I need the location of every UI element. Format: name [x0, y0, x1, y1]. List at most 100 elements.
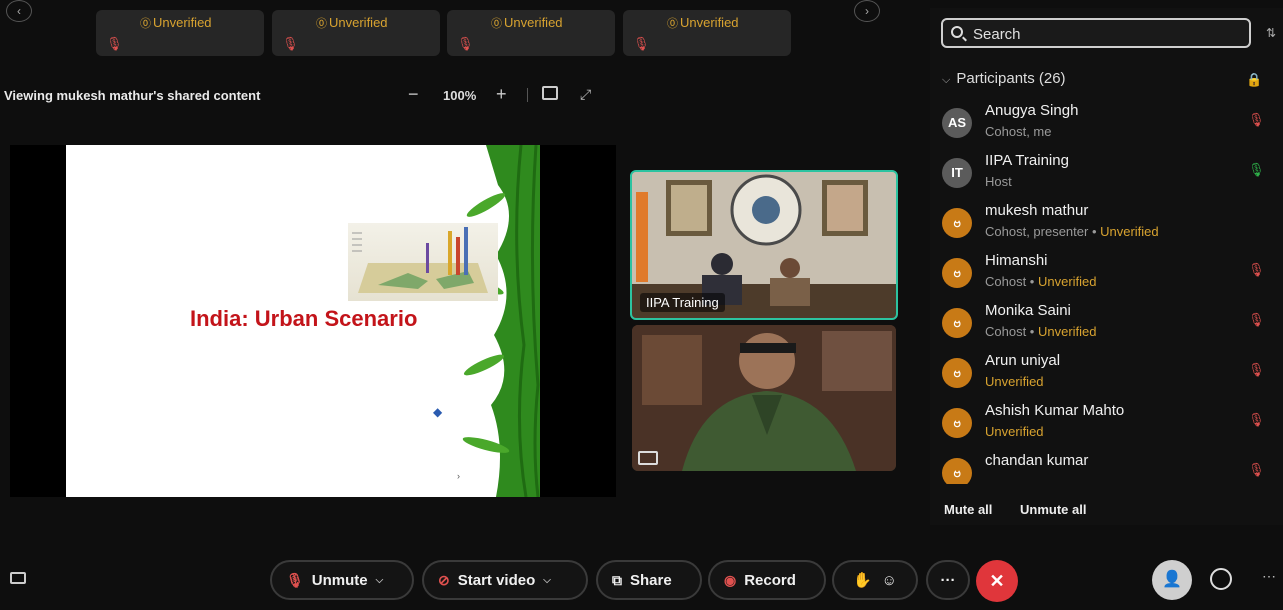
- record-label: Record: [744, 571, 796, 589]
- participant-row[interactable]: chandan kumar 🎙: [930, 450, 1283, 484]
- participant-row[interactable]: Arun uniyal Unverified 🎙: [930, 350, 1283, 400]
- start-video-button[interactable]: ⊘ Start video ⌵: [422, 560, 588, 600]
- captions-icon[interactable]: [10, 572, 26, 584]
- unmute-all-button[interactable]: Unmute all: [1020, 502, 1086, 517]
- participant-name: Himanshi: [985, 252, 1048, 269]
- reactions-group[interactable]: ✋ ☺: [832, 560, 918, 600]
- unverified-tag: Unverified: [1037, 274, 1097, 289]
- lock-icon[interactable]: 🔒: [1246, 72, 1262, 88]
- avatar: [942, 358, 972, 388]
- mic-muted-icon[interactable]: 🎙: [1248, 112, 1265, 128]
- unverified-tag: Unverified: [1100, 224, 1159, 239]
- unverified-label: Unverified: [140, 15, 212, 31]
- video-tile[interactable]: [632, 325, 896, 471]
- more-options-icon: ···: [940, 571, 956, 589]
- participant-name: mukesh mathur: [985, 202, 1089, 219]
- participant-tile[interactable]: Unverified 🎙: [272, 10, 440, 56]
- chat-icon[interactable]: [1210, 568, 1232, 590]
- slide-number: ›: [457, 471, 460, 481]
- mic-muted-icon: 🎙: [457, 36, 474, 51]
- share-screen-icon: ⧉: [612, 571, 622, 588]
- participant-row[interactable]: mukesh mathur Cohost, presenter • Unveri…: [930, 200, 1283, 250]
- participant-role: Cohost, presenter • Unverified: [985, 224, 1159, 239]
- zoom-out-button[interactable]: −: [408, 84, 419, 105]
- avatar: [942, 308, 972, 338]
- avatar: [942, 258, 972, 288]
- participant-tile-strip: ‹ Unverified 🎙 Unverified 🎙 Unverified 🎙…: [0, 0, 930, 70]
- search-box[interactable]: [941, 18, 1251, 48]
- participant-name: IIPA Training: [985, 152, 1069, 169]
- camera-icon: [638, 451, 658, 465]
- zoom-level: 100%: [443, 88, 477, 103]
- video-off-icon: ⊘: [438, 571, 450, 588]
- unverified-tag: Unverified: [1037, 324, 1097, 339]
- strip-prev-arrow-icon[interactable]: ‹: [6, 0, 32, 22]
- search-icon: [951, 26, 963, 38]
- mute-all-button[interactable]: Mute all: [944, 502, 992, 517]
- share-button[interactable]: ⧉ Share: [596, 560, 702, 600]
- chevron-down-icon[interactable]: ⌵: [543, 575, 551, 586]
- mic-muted-icon[interactable]: 🎙: [1248, 262, 1265, 278]
- avatar: [942, 408, 972, 438]
- mic-speaking-icon: 🎙: [633, 36, 650, 51]
- unverified-label: Unverified: [316, 15, 388, 31]
- raise-hand-icon[interactable]: ✋: [853, 571, 872, 589]
- mic-muted-icon: 🎙: [282, 36, 299, 51]
- shared-content-area: India: Urban Scenario ◆ ›: [10, 145, 616, 497]
- avatar: [942, 208, 972, 238]
- participants-toggle-button[interactable]: 👤: [1152, 560, 1192, 600]
- chevron-down-icon[interactable]: ⌵: [376, 575, 384, 586]
- participant-row[interactable]: AS Anugya Singh Cohost, me 🎙: [930, 100, 1283, 150]
- mic-muted-icon[interactable]: 🎙: [1248, 362, 1265, 378]
- slide-title: India: Urban Scenario: [190, 306, 418, 331]
- participants-section-header[interactable]: ⌵ Participants (26): [942, 70, 1066, 87]
- participant-tile[interactable]: Unverified 🎙: [96, 10, 264, 56]
- participant-role: Unverified: [985, 424, 1044, 439]
- participant-row[interactable]: Monika Saini Cohost • Unverified 🎙: [930, 300, 1283, 350]
- end-call-button[interactable]: ✕: [976, 560, 1018, 602]
- chevron-down-icon: ⌵: [942, 74, 951, 86]
- unverified-tag: Unverified: [985, 374, 1044, 389]
- participant-tile[interactable]: Unverified 🎙: [447, 10, 615, 56]
- participant-row[interactable]: Ashish Kumar Mahto Unverified 🎙: [930, 400, 1283, 450]
- search-input[interactable]: [973, 24, 1233, 44]
- participant-name: Anugya Singh: [985, 102, 1079, 119]
- mic-muted-icon: 🎙: [106, 36, 123, 51]
- participant-name: chandan kumar: [985, 452, 1089, 469]
- fullscreen-icon[interactable]: ⤢: [580, 86, 591, 103]
- mic-muted-icon: 🎙: [286, 571, 304, 588]
- overflow-menu-icon[interactable]: ⋯: [1262, 568, 1276, 585]
- mic-on-icon[interactable]: 🎙: [1248, 162, 1265, 178]
- participant-row[interactable]: Himanshi Cohost • Unverified 🎙: [930, 250, 1283, 300]
- share-toolbar: Viewing mukesh mathur's shared content −…: [0, 84, 615, 108]
- participants-footer: Mute all Unmute all: [930, 498, 1283, 520]
- record-button[interactable]: ◉ Record: [708, 560, 826, 600]
- participant-tile[interactable]: Unverified 🎙: [623, 10, 791, 56]
- presentation-slide: India: Urban Scenario ◆ ›: [66, 145, 540, 497]
- participant-row[interactable]: IT IIPA Training Host 🎙: [930, 150, 1283, 200]
- participant-role: Cohost • Unverified: [985, 274, 1097, 289]
- participant-role: Unverified: [985, 374, 1044, 389]
- annotate-icon[interactable]: [542, 86, 558, 100]
- share-label: Share: [630, 571, 672, 589]
- zoom-in-button[interactable]: +: [496, 84, 507, 105]
- avatar: [942, 458, 972, 484]
- participants-panel: ⇅ ⌵ Participants (26) 🔒 AS Anugya Singh C…: [930, 8, 1283, 525]
- unmute-label: Unmute: [311, 571, 368, 589]
- mic-muted-icon[interactable]: 🎙: [1248, 412, 1265, 428]
- strip-next-arrow-icon[interactable]: ›: [854, 0, 880, 22]
- mic-muted-icon[interactable]: 🎙: [1248, 312, 1265, 328]
- start-video-label: Start video: [457, 571, 536, 589]
- reactions-icon[interactable]: ☺: [882, 572, 897, 589]
- mic-muted-icon[interactable]: 🎙: [1248, 462, 1265, 478]
- meeting-window: ‹ Unverified 🎙 Unverified 🎙 Unverified 🎙…: [0, 0, 1283, 610]
- video-tile-active-speaker[interactable]: IIPA Training: [630, 170, 898, 320]
- person-icon: 👤: [1162, 571, 1182, 588]
- unmute-button[interactable]: 🎙 Unmute ⌵: [270, 560, 414, 600]
- more-options-button[interactable]: ···: [926, 560, 970, 600]
- participant-role: Cohost, me: [985, 124, 1052, 139]
- sort-icon[interactable]: ⇅: [1266, 26, 1276, 40]
- unverified-label: Unverified: [667, 15, 739, 31]
- unverified-tag: Unverified: [985, 424, 1044, 439]
- avatar: IT: [942, 158, 972, 188]
